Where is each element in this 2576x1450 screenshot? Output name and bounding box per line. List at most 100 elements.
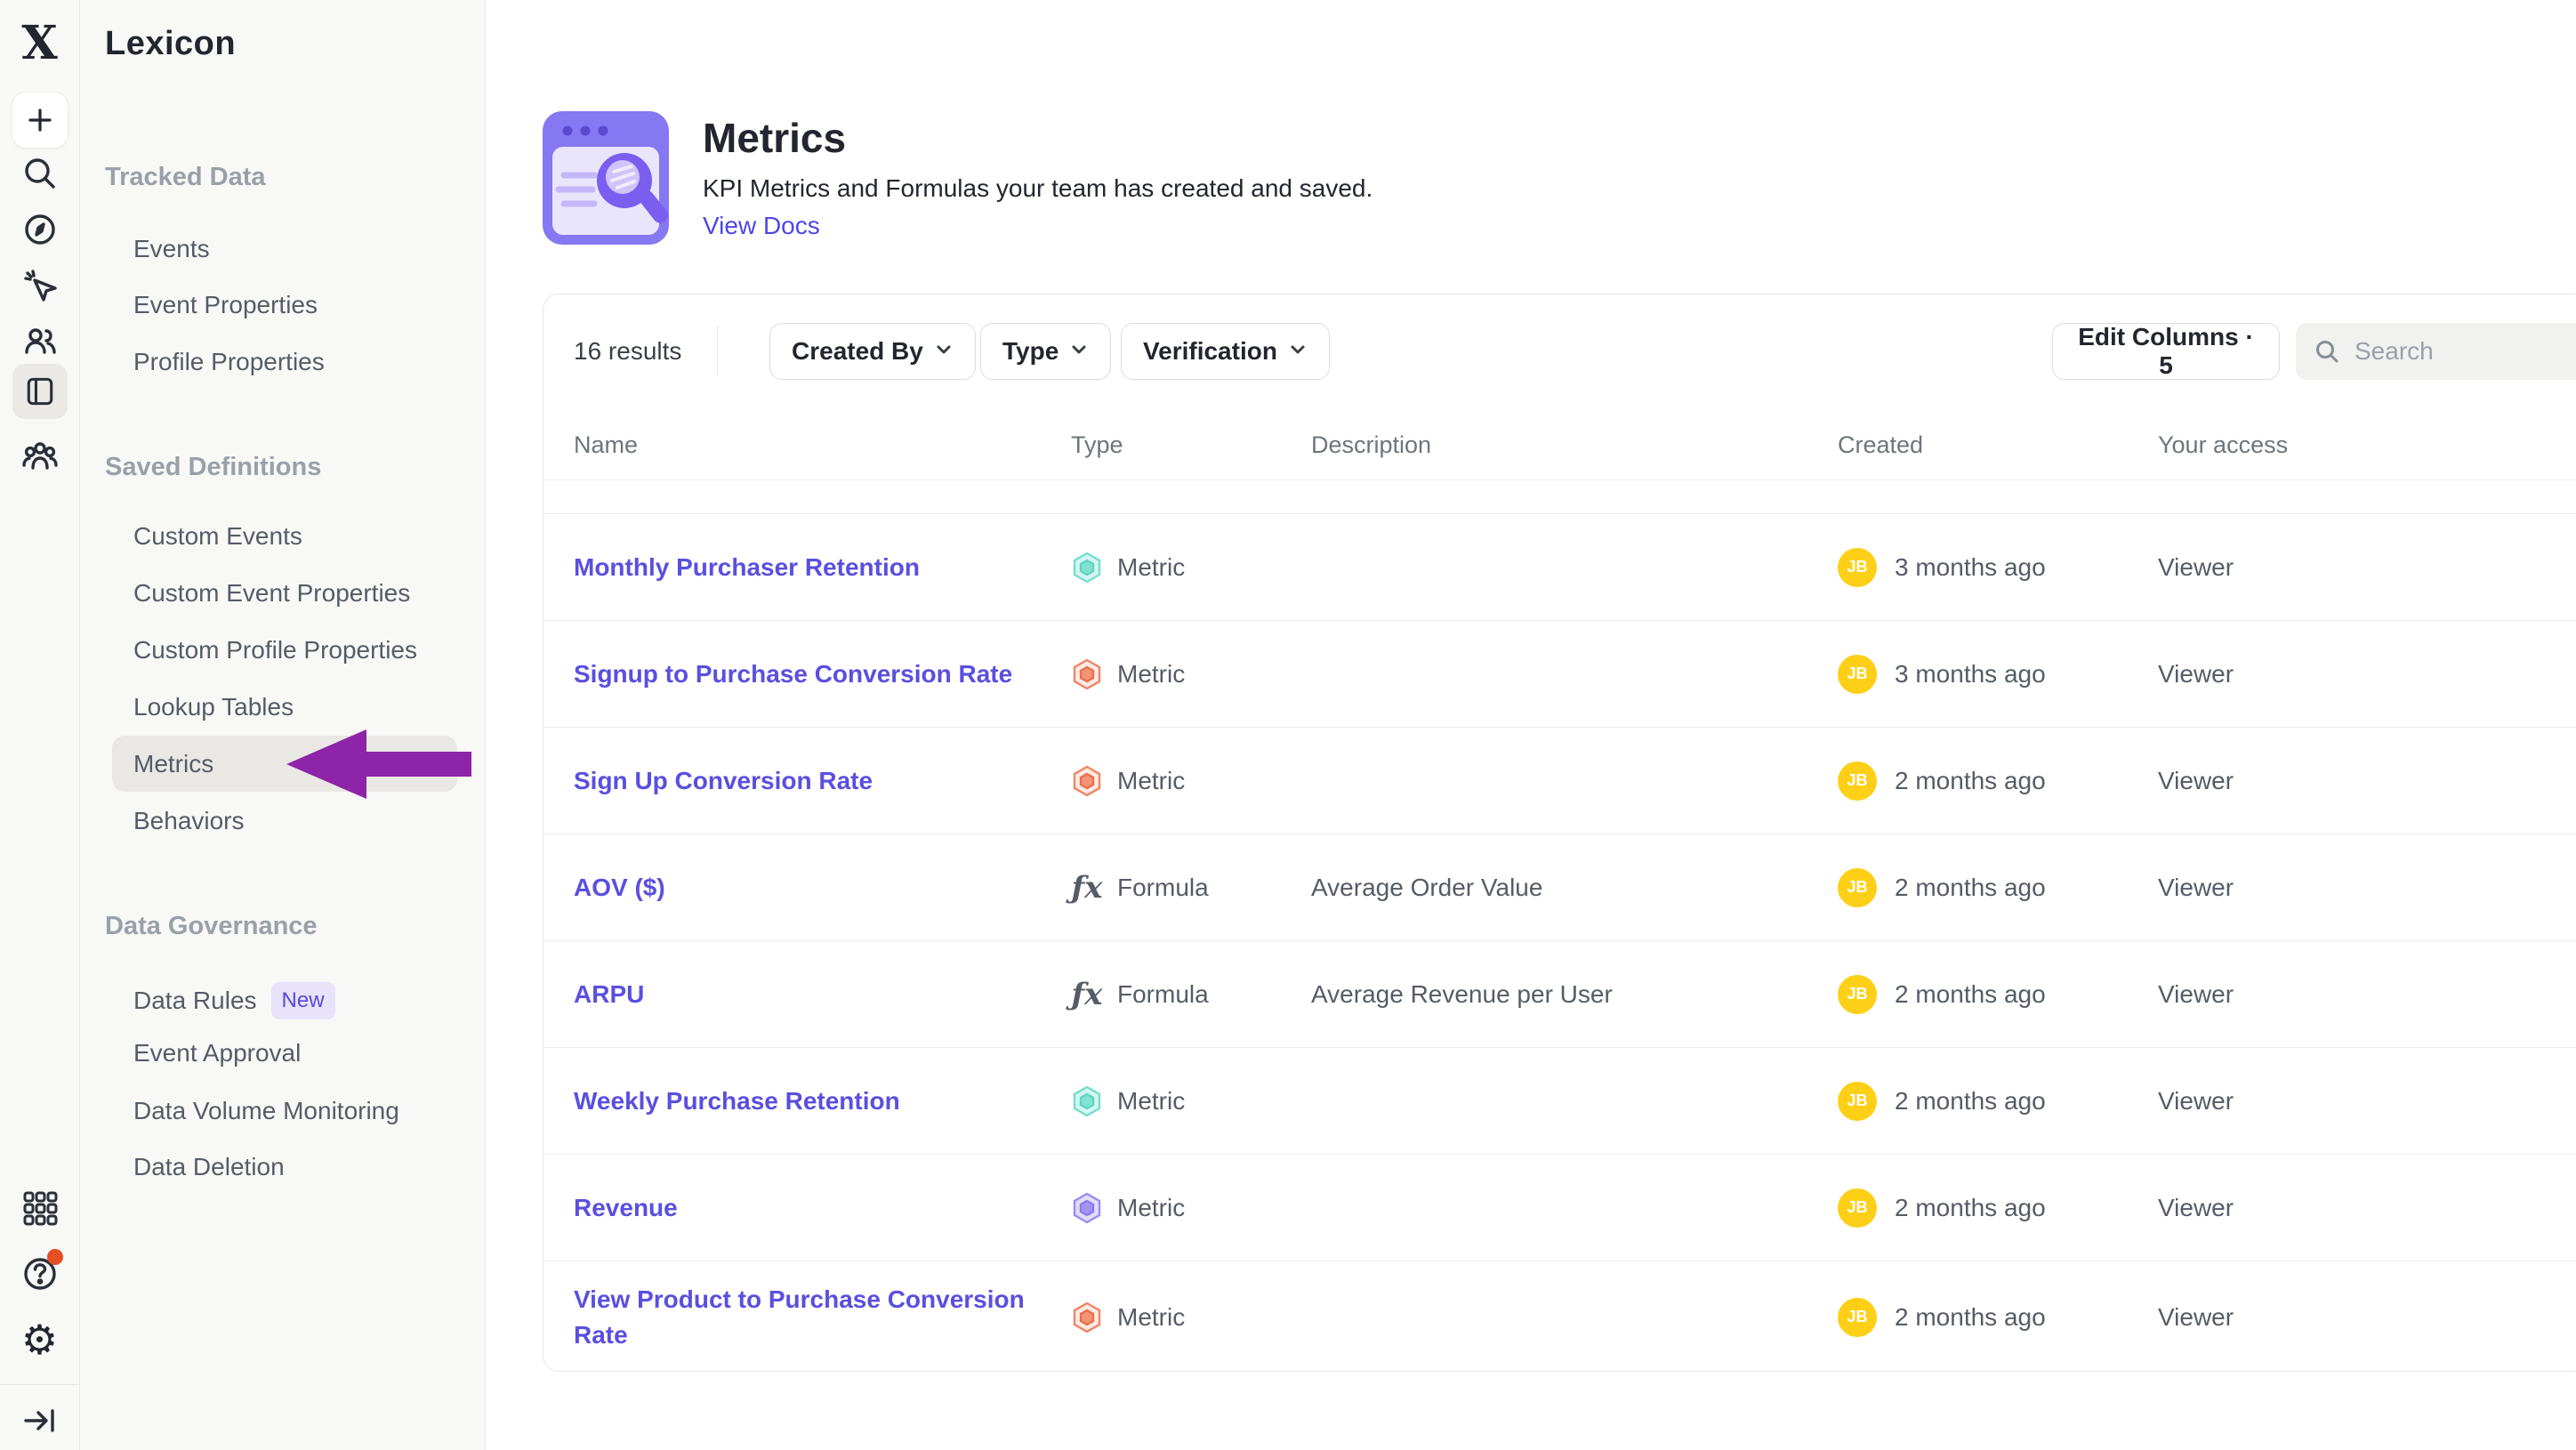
table-search[interactable] [2296, 323, 2576, 380]
page-subtitle: KPI Metrics and Formulas your team has c… [703, 174, 1373, 203]
exit-collapse-icon[interactable] [19, 1399, 61, 1442]
avatar: JB [1838, 1082, 1877, 1121]
apps-grid-icon[interactable] [19, 1187, 61, 1229]
created-time: 2 months ago [1895, 1303, 2046, 1332]
rail-divider [0, 1384, 79, 1385]
column-header-created[interactable]: Created [1838, 431, 2158, 459]
access-level: Viewer [2158, 767, 2576, 795]
sidebar-item-events[interactable]: Events [133, 234, 210, 264]
search-icon [2314, 338, 2340, 365]
avatar: JB [1838, 975, 1877, 1014]
table-row: Weekly Purchase Retention ƒx Metric JB2 … [543, 1048, 2576, 1155]
metric-name-link[interactable]: Weekly Purchase Retention [574, 1083, 1041, 1119]
sidebar-item-profile-properties[interactable]: Profile Properties [133, 347, 325, 377]
click-analytics-icon[interactable] [19, 264, 61, 307]
compass-icon[interactable] [19, 208, 61, 251]
created-time: 3 months ago [1895, 660, 2046, 689]
created-time: 3 months ago [1895, 553, 2046, 582]
access-level: Viewer [2158, 980, 2576, 1009]
lexicon-panel-icon[interactable] [12, 364, 68, 419]
table-row: ARPU ƒx Formula Average Revenue per User… [543, 941, 2576, 1048]
metric-name-link[interactable]: Revenue [574, 1190, 1041, 1226]
avatar: JB [1838, 1298, 1877, 1337]
metric-type-icon [1071, 1192, 1103, 1224]
type-label: Formula [1117, 874, 1209, 902]
filter-type[interactable]: Type [980, 323, 1111, 380]
section-tracked-data: Tracked Data [105, 163, 266, 192]
avatar: JB [1838, 548, 1877, 587]
metric-name-link[interactable]: View Product to Purchase Conversion Rate [574, 1282, 1041, 1353]
formula-icon: ƒx [1071, 977, 1103, 1012]
avatar: JB [1838, 868, 1877, 907]
metric-name-link[interactable]: Sign Up Conversion Rate [574, 763, 1041, 799]
table-body: Monthly Purchaser Retention ƒx Metric JB… [543, 514, 2576, 1372]
add-button[interactable] [12, 92, 68, 149]
sidebar-item-event-properties[interactable]: Event Properties [133, 290, 318, 320]
access-level: Viewer [2158, 874, 2576, 902]
metric-name-link[interactable]: AOV ($) [574, 870, 1041, 906]
sidebar-item-lookup-tables[interactable]: Lookup Tables [133, 692, 294, 722]
type-label: Metric [1117, 553, 1185, 582]
sidebar-item-custom-profile-properties[interactable]: Custom Profile Properties [133, 635, 417, 665]
scrolled-row-sliver [543, 480, 2576, 514]
filter-created-by[interactable]: Created By [769, 323, 976, 380]
description: Average Order Value [1311, 874, 1838, 902]
formula-icon: ƒx [1071, 870, 1103, 906]
chevron-down-icon [1288, 337, 1308, 366]
sidebar-item-metrics[interactable]: Metrics [133, 749, 213, 779]
metrics-table-card: 16 results Created By Type Verification … [543, 294, 2576, 1372]
sidebar-item-data-deletion[interactable]: Data Deletion [133, 1152, 285, 1182]
column-header-your-access[interactable]: Your access [2158, 431, 2576, 459]
metric-name-link[interactable]: Monthly Purchaser Retention [574, 550, 1041, 585]
table-row: Sign Up Conversion Rate ƒx Metric JB2 mo… [543, 728, 2576, 834]
created-time: 2 months ago [1895, 767, 2046, 795]
sidebar-item-event-approval[interactable]: Event Approval [133, 1038, 301, 1068]
access-level: Viewer [2158, 1303, 2576, 1332]
chevron-down-icon [1069, 337, 1089, 366]
metric-name-link[interactable]: Signup to Purchase Conversion Rate [574, 657, 1041, 692]
main-content: Metrics KPI Metrics and Formulas your te… [486, 0, 2576, 1450]
sidebar-item-custom-event-properties[interactable]: Custom Event Properties [133, 578, 410, 608]
type-label: Metric [1117, 1194, 1185, 1222]
mixpanel-logo-icon[interactable]: X [15, 18, 65, 68]
new-badge: New [271, 982, 335, 1019]
access-level: Viewer [2158, 1087, 2576, 1116]
filter-verification[interactable]: Verification [1121, 323, 1330, 380]
view-docs-link[interactable]: View Docs [703, 212, 820, 240]
settings-gear-icon[interactable]: ⚙ [21, 1319, 58, 1360]
metric-type-icon [1071, 765, 1103, 797]
sidebar-item-data-volume-monitoring[interactable]: Data Volume Monitoring [133, 1096, 399, 1126]
avatar: JB [1838, 1188, 1877, 1228]
column-header-type[interactable]: Type [1071, 431, 1311, 459]
results-count: 16 results [574, 323, 681, 380]
help-icon[interactable] [19, 1253, 61, 1295]
description: Average Revenue per User [1311, 980, 1838, 1009]
table-row: AOV ($) ƒx Formula Average Order Value J… [543, 834, 2576, 941]
search-nav-icon[interactable] [19, 152, 61, 195]
column-header-description[interactable]: Description [1311, 431, 1838, 459]
avatar: JB [1838, 655, 1877, 694]
table-row: View Product to Purchase Conversion Rate… [543, 1261, 2576, 1372]
section-data-governance: Data Governance [105, 912, 318, 941]
plus-icon [27, 107, 53, 133]
edit-columns-button[interactable]: Edit Columns · 5 [2052, 323, 2280, 380]
users-icon[interactable] [19, 320, 61, 363]
sidebar-item-behaviors[interactable]: Behaviors [133, 806, 245, 836]
organization-icon[interactable] [19, 434, 61, 477]
metric-name-link[interactable]: ARPU [574, 977, 1041, 1012]
annotation-arrow-icon [286, 729, 473, 799]
metric-type-icon [1071, 1085, 1103, 1117]
column-header-name[interactable]: Name [574, 431, 1071, 459]
sidebar-item-data-rules[interactable]: Data Rules New [133, 982, 335, 1019]
sidebar-item-custom-events[interactable]: Custom Events [133, 521, 302, 552]
search-input[interactable] [2355, 337, 2568, 366]
type-label: Formula [1117, 980, 1209, 1009]
created-time: 2 months ago [1895, 1087, 2046, 1116]
chevron-down-icon [934, 337, 954, 366]
access-level: Viewer [2158, 1194, 2576, 1222]
type-label: Metric [1117, 1303, 1185, 1332]
access-level: Viewer [2158, 660, 2576, 689]
table-row: Monthly Purchaser Retention ƒx Metric JB… [543, 514, 2576, 621]
table-toolbar: 16 results Created By Type Verification … [543, 294, 2576, 410]
page-heading: Metrics [703, 114, 846, 162]
